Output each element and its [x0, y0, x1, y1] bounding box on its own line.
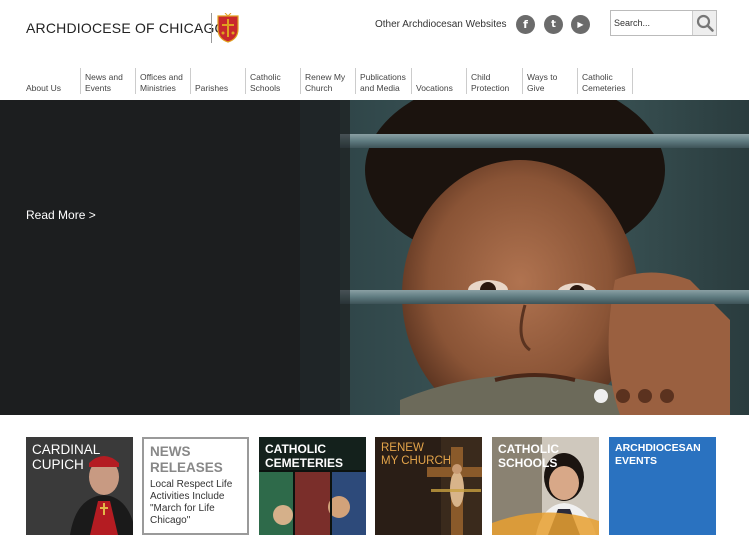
nav-catholic-cemeteries[interactable]: Catholic Cemeteries	[577, 68, 633, 94]
tile-title: ARCHDIOCESAN EVENTS	[615, 442, 701, 467]
logo-divider	[211, 13, 212, 43]
tile-catholic-schools[interactable]: CATHOLIC SCHOOLS	[492, 437, 599, 535]
slider-dot-4[interactable]	[660, 389, 674, 403]
nav-news-and-events[interactable]: News and Events	[80, 68, 136, 94]
search-box	[610, 10, 717, 36]
nav-about-us[interactable]: About Us	[22, 68, 78, 94]
feature-tiles: CARDINAL CUPICH NEWS RELEASES Local Resp…	[0, 437, 749, 535]
slider-dot-1[interactable]	[594, 389, 608, 403]
facebook-icon[interactable]: f	[516, 15, 535, 34]
slider-dot-3[interactable]	[638, 389, 652, 403]
other-archdiocesan-websites-link[interactable]: Other Archdiocesan Websites	[375, 19, 507, 30]
hero-image	[0, 100, 749, 415]
search-icon	[696, 14, 714, 32]
tile-title: CATHOLIC SCHOOLS	[498, 442, 560, 470]
nav-vocations[interactable]: Vocations	[411, 68, 466, 94]
hero-slider[interactable]: Read More >	[0, 100, 749, 415]
tile-catholic-cemeteries[interactable]: CATHOLIC CEMETERIES	[259, 437, 366, 535]
slider-dot-2[interactable]	[616, 389, 630, 403]
site-logo-text[interactable]: ARCHDIOCESE OF CHICAGO	[26, 20, 226, 36]
tile-cardinal-cupich[interactable]: CARDINAL CUPICH	[26, 437, 133, 535]
search-button[interactable]	[692, 11, 716, 35]
search-input[interactable]	[614, 14, 692, 32]
main-nav: About Us News and Events Offices and Min…	[0, 68, 749, 100]
nav-ways-to-give[interactable]: Ways to Give	[522, 68, 578, 94]
youtube-icon[interactable]: ▶	[571, 15, 590, 34]
nav-parishes[interactable]: Parishes	[190, 68, 245, 94]
tile-archdiocesan-events[interactable]: ARCHDIOCESAN EVENTS	[609, 437, 716, 535]
news-release-headline[interactable]: Local Respect Life Activities Include "M…	[150, 479, 242, 527]
hero-read-more-link[interactable]: Read More >	[26, 208, 96, 222]
tile-title: NEWS RELEASES	[150, 444, 223, 475]
tile-title: RENEW MY CHURCH	[381, 442, 452, 467]
twitter-icon[interactable]: t	[544, 15, 563, 34]
slider-dots	[594, 389, 674, 403]
tile-news-releases[interactable]: NEWS RELEASES Local Respect Life Activit…	[142, 437, 249, 535]
nav-offices-and-ministries[interactable]: Offices and Ministries	[135, 68, 191, 94]
tile-renew-my-church[interactable]: RENEW MY CHURCH	[375, 437, 482, 535]
tile-title: CARDINAL CUPICH	[32, 442, 101, 472]
tile-title: CATHOLIC CEMETERIES	[265, 442, 344, 470]
nav-publications-and-media[interactable]: Publications and Media	[355, 68, 411, 94]
nav-renew-my-church[interactable]: Renew My Church	[300, 68, 356, 94]
nav-catholic-schools[interactable]: Catholic Schools	[245, 68, 301, 94]
archdiocese-crest-icon[interactable]	[216, 13, 240, 43]
site-header: ARCHDIOCESE OF CHICAGO Other Archdiocesa…	[0, 0, 749, 60]
nav-child-protection[interactable]: Child Protection	[466, 68, 522, 94]
